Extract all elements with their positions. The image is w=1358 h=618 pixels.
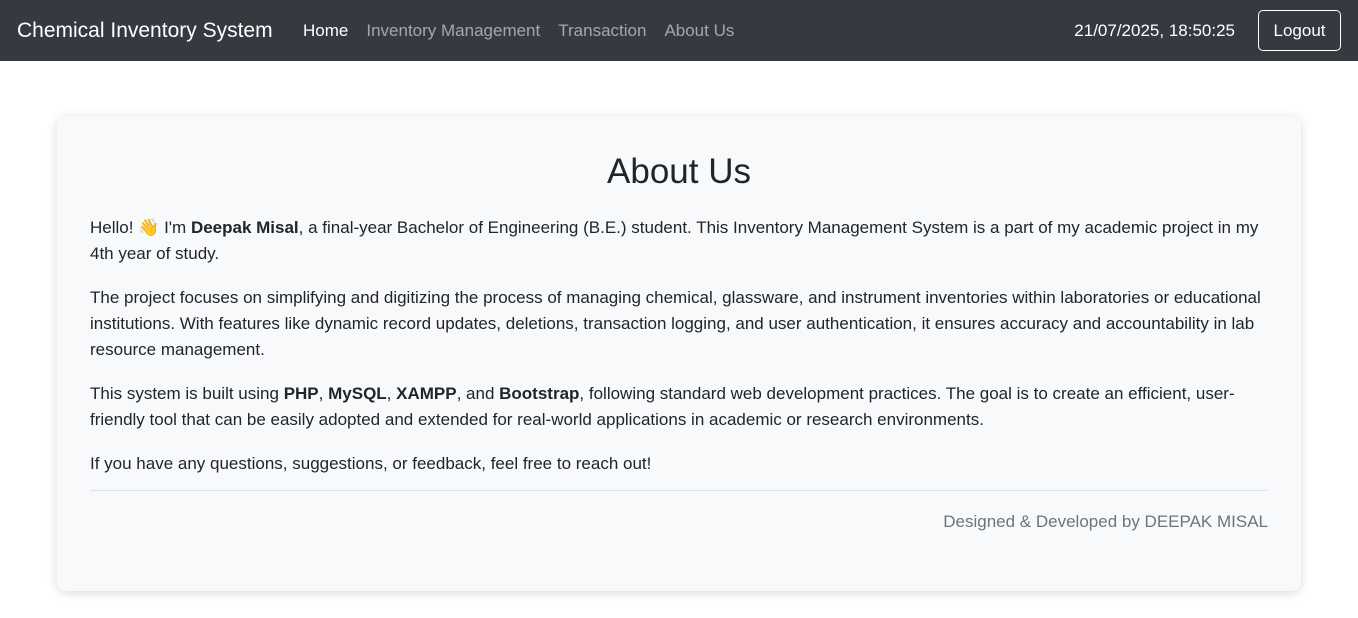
tech-xampp: XAMPP: [396, 384, 457, 403]
tech-bootstrap: Bootstrap: [499, 384, 580, 403]
tech-sep-1: ,: [318, 384, 329, 403]
nav-links: Home Inventory Management Transaction Ab…: [303, 0, 734, 61]
tech-pre: This system is built using: [90, 384, 284, 403]
author-name: Deepak Misal: [190, 218, 299, 237]
nav-link-home[interactable]: Home: [303, 21, 348, 41]
contact-paragraph: If you have any questions, suggestions, …: [90, 454, 652, 473]
about-card: About Us Hello! 👋 I'm Deepak Misal, a fi…: [57, 116, 1301, 591]
tech-sep-3: , and: [456, 384, 500, 403]
waving-hand-icon: 👋: [138, 218, 160, 237]
intro-greeting: Hello!: [90, 218, 139, 237]
intro-paragraph: Hello! 👋 I'm Deepak Misal, a final-year …: [90, 215, 1268, 267]
project-paragraph: The project focuses on simplifying and d…: [90, 288, 1261, 359]
logout-button[interactable]: Logout: [1258, 10, 1341, 51]
page-title: About Us: [607, 152, 751, 191]
developer-credit: Designed & Developed by DEEPAK MISAL: [943, 512, 1268, 531]
tech-php: PHP: [283, 384, 319, 403]
divider: [90, 490, 1268, 491]
tech-mysql: MySQL: [328, 384, 387, 403]
tech-paragraph: This system is built using PHP, MySQL, X…: [90, 381, 1268, 433]
current-datetime: 21/07/2025, 18:50:25: [1074, 20, 1235, 40]
tech-sep-2: ,: [386, 384, 397, 403]
nav-link-transaction[interactable]: Transaction: [558, 21, 646, 41]
nav-link-inventory-management[interactable]: Inventory Management: [366, 21, 540, 41]
nav-link-about-us[interactable]: About Us: [664, 21, 734, 41]
brand-link[interactable]: Chemical Inventory System: [17, 0, 273, 61]
top-navbar: Chemical Inventory System Home Inventory…: [0, 0, 1358, 61]
intro-mid: I'm: [159, 218, 191, 237]
